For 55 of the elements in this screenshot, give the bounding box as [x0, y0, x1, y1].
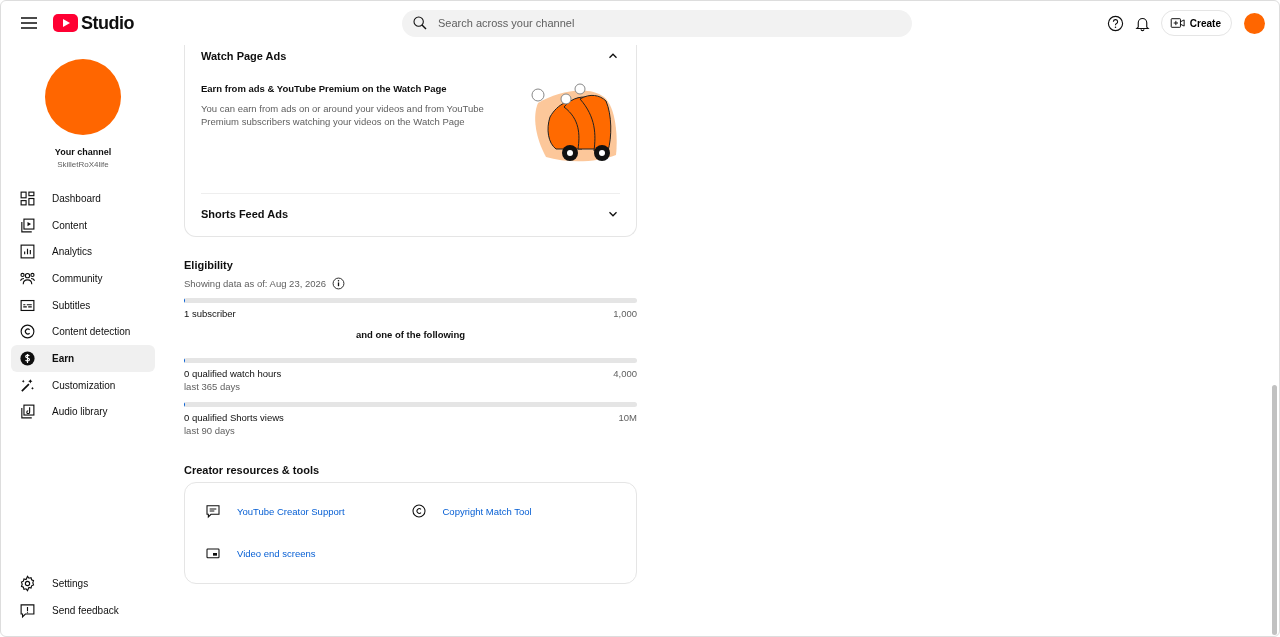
sidebar-item[interactable]: Analytics: [11, 238, 155, 266]
info-icon[interactable]: [332, 277, 346, 290]
section-heading: Eligibility: [184, 259, 234, 271]
requirement-period: last 90 days: [184, 425, 236, 436]
sidebar-item[interactable]: Content detection: [11, 318, 155, 346]
requirement-label: 1 subscriber: [184, 308, 236, 319]
section-description: You can earn from ads on or around your videos and from YouTube Premium subscribers watching your videos on the Watch Page: [201, 102, 485, 128]
data-date-note: Showing data as of: Aug 23, 2026: [184, 278, 327, 289]
section-title: Watch Page Ads: [201, 50, 287, 62]
section-subtitle: Earn from ads & YouTube Premium on the Watch Page: [201, 83, 448, 94]
sidebar-item[interactable]: Settings: [11, 570, 155, 598]
requirement-target: 4,000: [613, 368, 637, 379]
requirement-period: last 365 days: [184, 381, 241, 392]
magic-wand-icon: [19, 376, 36, 394]
sidebar-item[interactable]: Audio library: [11, 398, 155, 426]
chat-bubble-icon: [205, 503, 221, 519]
help-icon: [1106, 14, 1124, 32]
channel-name: SkilletRoX4life: [57, 160, 109, 169]
play-logo-icon: [53, 14, 78, 32]
resource-link[interactable]: Copyright Match Tool: [410, 503, 616, 519]
settings-icon: [19, 575, 36, 593]
requirement-target: 10M: [618, 412, 637, 423]
section-heading: Creator resources & tools: [184, 464, 321, 476]
sidebar-item[interactable]: Earn: [11, 345, 155, 372]
search-field[interactable]: Search across your channel: [402, 9, 912, 37]
menu-icon: [21, 17, 37, 29]
sidebar-item[interactable]: Content: [11, 211, 155, 239]
requirement-divider-text: and one of the following: [354, 329, 467, 340]
resource-link[interactable]: Video end screens: [205, 545, 411, 561]
screen-icon: [205, 545, 221, 561]
bar-chart-icon: [19, 243, 36, 261]
avatar[interactable]: [1244, 12, 1265, 34]
sidebar-item[interactable]: Dashboard: [11, 185, 155, 212]
logo-text: Studio: [81, 12, 134, 34]
sidebar-item[interactable]: Subtitles: [11, 291, 155, 319]
channel-label: Your channel: [54, 147, 112, 157]
copyright-icon: [410, 503, 427, 519]
requirement-label: 0 qualified watch hours: [184, 368, 282, 379]
feedback-icon: [19, 602, 36, 620]
create-button[interactable]: Create: [1160, 10, 1232, 36]
sidebar-item[interactable]: Customization: [11, 371, 155, 399]
requirement-target: 1,000: [613, 308, 637, 319]
copyright-icon: [19, 323, 36, 341]
video-stack-icon: [19, 216, 36, 234]
scrollbar[interactable]: [1272, 385, 1277, 635]
help-button[interactable]: [1106, 14, 1124, 32]
resource-link[interactable]: YouTube Creator Support: [205, 503, 411, 519]
dashboard-icon: [19, 189, 36, 207]
sidebar-item[interactable]: Community: [11, 265, 155, 292]
video-plus-icon: [1169, 16, 1186, 30]
music-stack-icon: [19, 403, 36, 421]
dollar-icon: [19, 349, 36, 367]
section-title: Shorts Feed Ads: [201, 208, 288, 220]
requirement-label: 0 qualified Shorts views: [184, 412, 284, 423]
sidebar-item[interactable]: Send feedback: [11, 597, 155, 624]
